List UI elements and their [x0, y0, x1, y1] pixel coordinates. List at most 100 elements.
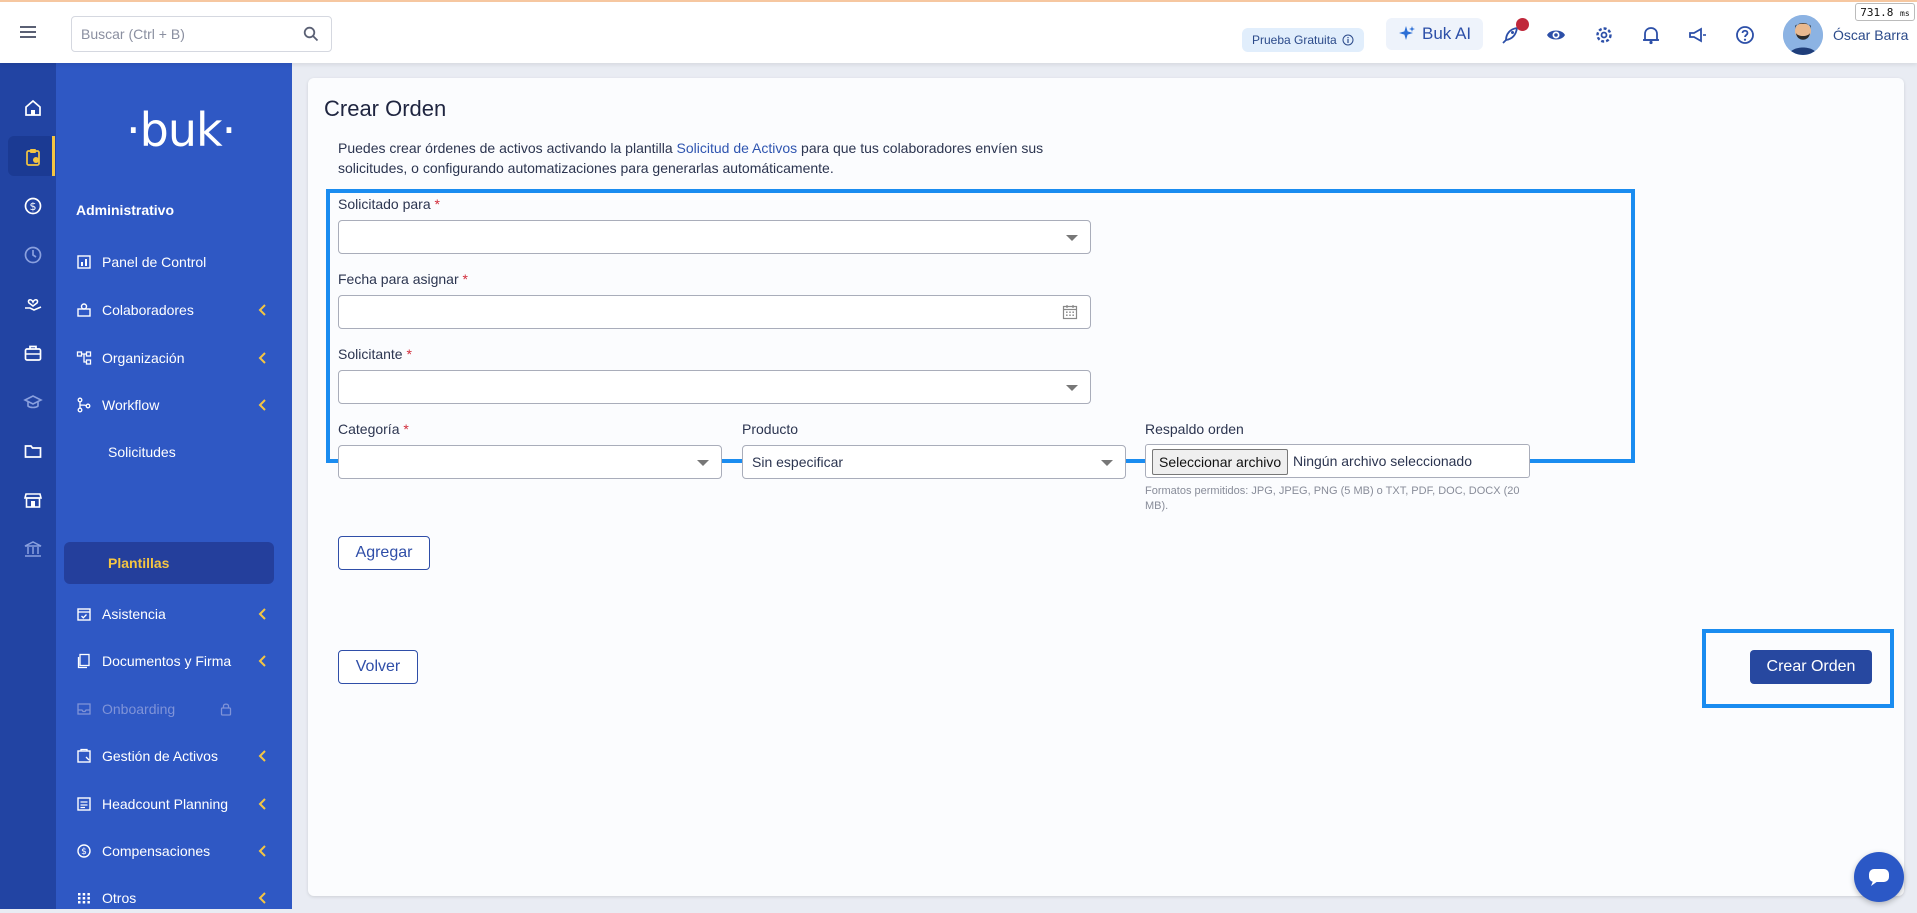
clipboard-icon[interactable] — [23, 147, 43, 167]
trial-badge[interactable]: Prueba Gratuita — [1242, 28, 1364, 52]
calendar-icon[interactable] — [1062, 304, 1078, 320]
menu-icon[interactable] — [18, 22, 38, 42]
sidebar: ·buk· Administrativo Panel de Control Co… — [56, 63, 292, 909]
people-icon — [77, 303, 91, 317]
sidebar-item-label: Plantillas — [108, 555, 170, 571]
dollar-icon[interactable]: $ — [23, 196, 43, 216]
sidebar-item-label: Compensaciones — [102, 843, 211, 859]
sidebar-item-headcount[interactable]: Headcount Planning — [76, 789, 276, 819]
categoria-select[interactable] — [338, 445, 722, 479]
search-input[interactable] — [72, 17, 291, 51]
sidebar-item-label: Workflow — [102, 397, 160, 413]
fecha-label: Fecha para asignar * — [338, 271, 468, 287]
chat-button[interactable] — [1854, 852, 1904, 902]
solicitado-para-select[interactable] — [338, 220, 1091, 254]
search-box — [71, 16, 332, 52]
section-title: Administrativo — [76, 202, 175, 218]
search-icon[interactable] — [303, 26, 319, 42]
producto-value: Sin especificar — [752, 454, 844, 470]
sidebar-item-plantillas[interactable]: Plantillas — [64, 542, 274, 584]
help-icon[interactable] — [1734, 24, 1756, 46]
producto-label: Producto — [742, 421, 799, 437]
page-title: Crear Orden — [324, 96, 447, 121]
agregar-button[interactable]: Agregar — [338, 536, 430, 570]
solicitante-label: Solicitante * — [338, 346, 412, 362]
svg-text:$: $ — [30, 200, 37, 213]
folder-icon[interactable] — [23, 441, 43, 461]
svg-text:$: $ — [81, 847, 87, 857]
onboarding-icon — [77, 703, 91, 715]
timing-value: 731.8 — [1860, 6, 1894, 19]
buk-logo[interactable]: ·buk· — [126, 103, 236, 157]
settings-icon[interactable] — [1593, 24, 1615, 46]
hand-heart-icon[interactable] — [23, 294, 43, 314]
sidebar-item-asistencia[interactable]: Asistencia — [76, 599, 276, 629]
respaldo-label: Respaldo orden — [1145, 421, 1244, 437]
sidebar-item-label: Asistencia — [102, 606, 166, 622]
chevron-left-icon — [258, 304, 266, 316]
graduation-icon[interactable] — [23, 392, 43, 412]
org-chart-icon — [76, 351, 92, 365]
chevron-left-icon — [258, 655, 266, 667]
documents-icon — [77, 653, 90, 669]
calendar-check-icon — [77, 608, 91, 621]
caret-down-icon — [1101, 460, 1113, 466]
sidebar-item-solicitudes[interactable]: Solicitudes — [108, 444, 176, 460]
fecha-label-text: Fecha para asignar — [338, 271, 459, 287]
volver-button[interactable]: Volver — [338, 650, 418, 684]
chevron-left-icon — [258, 750, 266, 762]
sidebar-item-documentos[interactable]: Documentos y Firma — [76, 646, 276, 676]
sidebar-item-label: Headcount Planning — [102, 796, 229, 812]
solicitante-select[interactable] — [338, 370, 1091, 404]
main-card: Crear Orden Puedes crear órdenes de acti… — [308, 78, 1904, 896]
user-name[interactable]: Óscar Barra — [1833, 27, 1908, 43]
chevron-left-icon — [258, 845, 266, 857]
chevron-left-icon — [258, 399, 266, 411]
sidebar-item-compensaciones[interactable]: $ Compensaciones — [76, 836, 276, 866]
sidebar-item-label: Panel de Control — [102, 254, 207, 270]
timing-unit: ms — [1900, 9, 1910, 18]
chat-icon — [1869, 869, 1889, 886]
solicitud-activos-link[interactable]: Solicitud de Activos — [677, 140, 798, 156]
avatar[interactable] — [1783, 15, 1823, 55]
lock-icon — [220, 703, 232, 716]
select-file-button[interactable]: Seleccionar archivo — [1152, 449, 1289, 475]
megaphone-icon[interactable] — [1687, 24, 1709, 46]
sidebar-item-workflow[interactable]: Workflow — [76, 390, 276, 420]
clock-icon[interactable] — [23, 245, 43, 265]
sidebar-item-colaboradores[interactable]: Colaboradores — [76, 295, 276, 325]
sidebar-item-panel-control[interactable]: Panel de Control — [76, 247, 276, 277]
sidebar-item-organizacion[interactable]: Organización — [76, 343, 276, 373]
producto-select[interactable]: Sin especificar — [742, 445, 1126, 479]
chart-icon — [77, 797, 91, 811]
timing-overlay: 731.8 ms — [1855, 3, 1915, 21]
file-input: Seleccionar archivo Ningún archivo selec… — [1145, 444, 1530, 478]
home-icon[interactable] — [23, 98, 43, 118]
description-text-start: Puedes crear órdenes de activos activand… — [338, 140, 677, 156]
required-mark: * — [403, 421, 409, 437]
bank-icon[interactable] — [23, 539, 43, 559]
bell-icon[interactable] — [1640, 24, 1662, 46]
workflow-icon — [77, 397, 91, 413]
user-avatar-icon — [1783, 15, 1823, 55]
sidebar-item-label: Colaboradores — [102, 302, 194, 318]
sparkle-icon — [1399, 26, 1415, 40]
required-mark: * — [406, 346, 412, 362]
store-icon[interactable] — [23, 490, 43, 510]
sidebar-item-gestion-activos[interactable]: Gestión de Activos — [76, 741, 276, 771]
solicitante-label-text: Solicitante — [338, 346, 403, 362]
caret-down-icon — [697, 460, 709, 466]
sidebar-item-label: Documentos y Firma — [102, 653, 232, 669]
briefcase-icon[interactable] — [23, 343, 43, 363]
icon-rail: $ — [0, 63, 56, 909]
fecha-input[interactable] — [338, 295, 1091, 329]
categoria-label: Categoría * — [338, 421, 409, 437]
crear-orden-button[interactable]: Crear Orden — [1750, 650, 1872, 684]
caret-down-icon — [1066, 235, 1078, 241]
chevron-left-icon — [258, 798, 266, 810]
buk-ai-button[interactable]: Buk AI — [1386, 18, 1484, 50]
buk-ai-label: Buk AI — [1422, 24, 1472, 43]
file-status: Ningún archivo seleccionado — [1293, 453, 1472, 469]
eye-icon[interactable] — [1545, 24, 1567, 46]
chevron-left-icon — [258, 352, 266, 364]
